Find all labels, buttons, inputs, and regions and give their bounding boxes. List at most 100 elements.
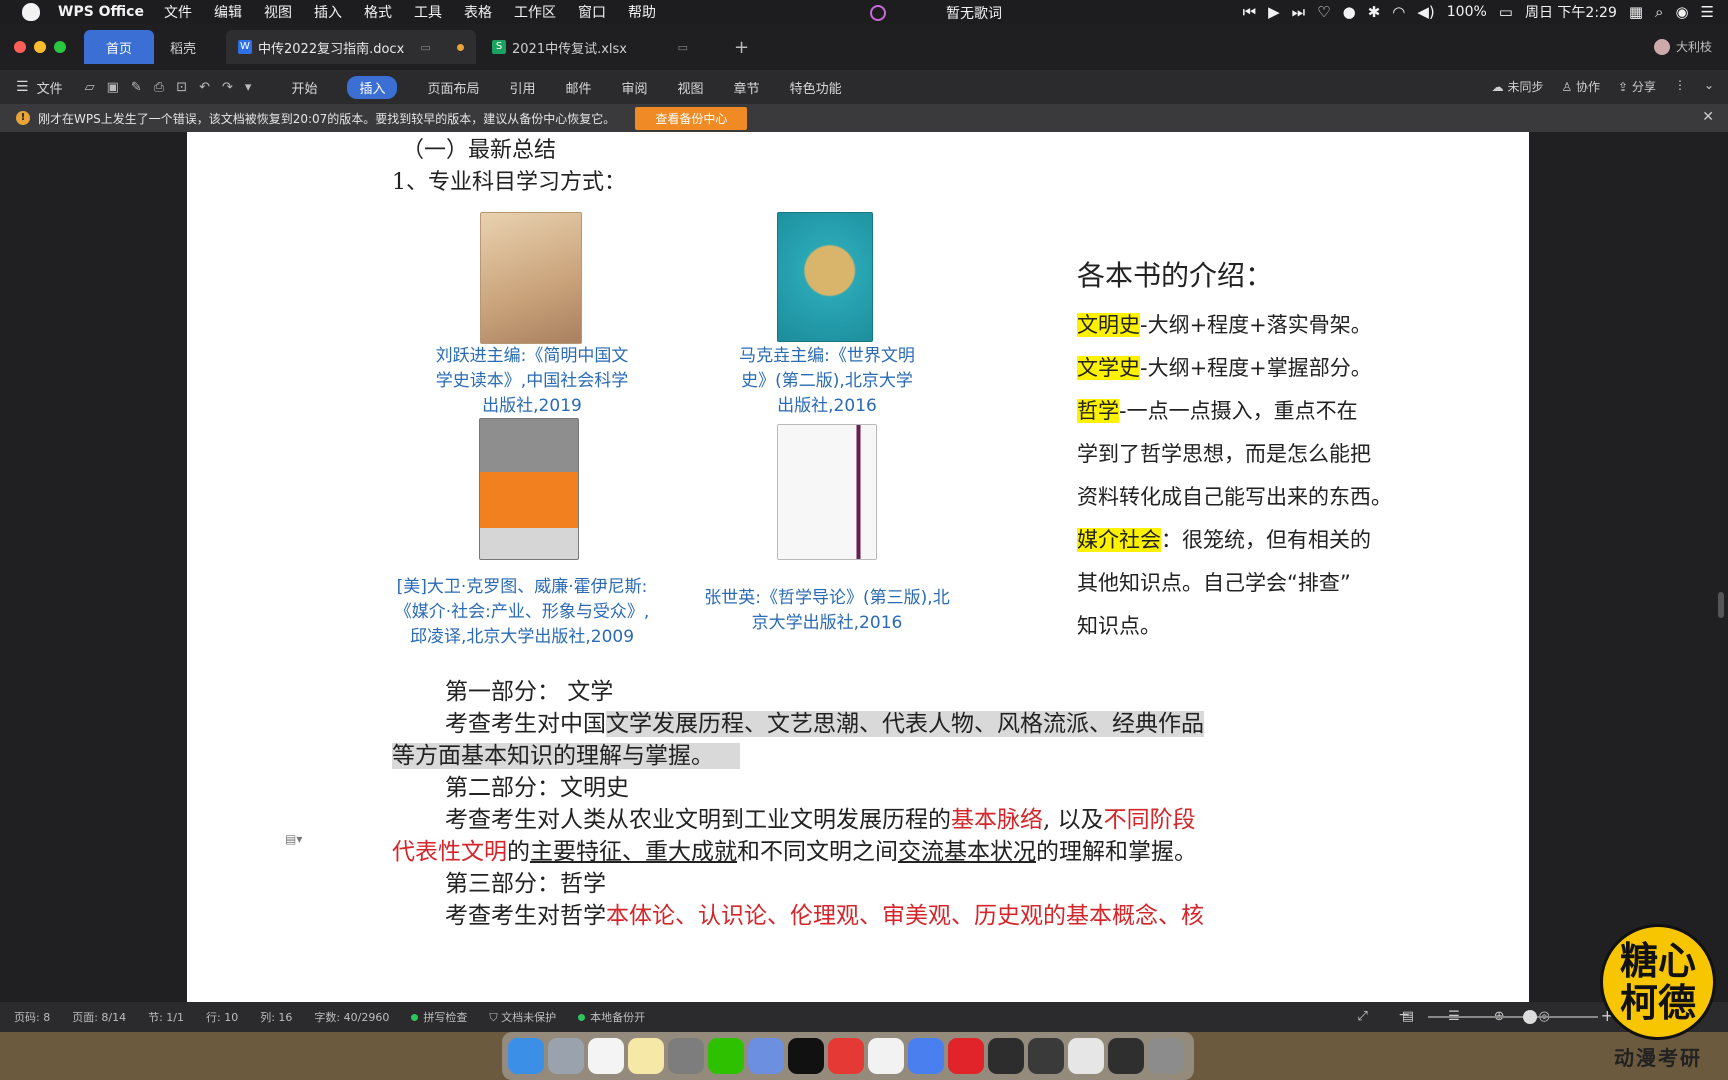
close-icon[interactable]: ✕ xyxy=(1702,109,1714,125)
paragraph-handle-icon[interactable]: ▤▾ xyxy=(285,832,302,846)
previous-track-icon[interactable]: ⏮ xyxy=(1243,3,1257,21)
minimize-window-button[interactable] xyxy=(34,41,46,53)
monitor-icon: ▭ xyxy=(677,40,688,54)
clock[interactable]: 周日 下午2:29 xyxy=(1525,2,1617,22)
zoom-slider-knob[interactable] xyxy=(1523,1010,1537,1024)
volume-icon[interactable]: ◀) xyxy=(1417,3,1434,21)
local-backup[interactable]: 本地备份开 xyxy=(578,1009,645,1025)
menu-file[interactable]: 文件 xyxy=(164,2,192,22)
status-pages[interactable]: 页面: 8/14 xyxy=(72,1009,126,1025)
menu-tools[interactable]: 工具 xyxy=(414,2,442,22)
vertical-scrollbar[interactable] xyxy=(1718,592,1724,618)
window-thumbnail-icon[interactable] xyxy=(1028,1038,1064,1074)
spell-check[interactable]: 拼写检查 xyxy=(411,1009,467,1025)
menu-window[interactable]: 窗口 xyxy=(578,2,606,22)
tab-features[interactable]: 特色功能 xyxy=(790,78,842,97)
new-tab-button[interactable]: + xyxy=(734,37,749,58)
window-thumbnail-icon[interactable] xyxy=(1108,1038,1144,1074)
menu-format[interactable]: 格式 xyxy=(364,2,392,22)
print-icon[interactable]: ⎙ xyxy=(154,80,164,95)
format-painter-icon[interactable]: ✎ xyxy=(131,80,142,95)
notice-text: 刚才在WPS上发生了一个错误，该文档被恢复到20:07的版本。要找到较早的版本，… xyxy=(38,111,616,126)
doc-protect[interactable]: ⛉ 文档未保护 xyxy=(489,1009,556,1025)
apple-icon[interactable] xyxy=(22,3,40,21)
record-icon[interactable] xyxy=(870,5,886,21)
tab-insert[interactable]: 插入 xyxy=(347,75,398,99)
wifi-icon[interactable]: ◠ xyxy=(1392,3,1405,21)
spotlight-icon[interactable]: ⌕ xyxy=(1655,3,1663,21)
app-name[interactable]: WPS Office xyxy=(58,4,144,20)
part1-selected-text[interactable]: 文学发展历程、文艺思潮、代表人物、风格流派、经典作品 xyxy=(606,711,1204,737)
qq-icon[interactable] xyxy=(788,1038,824,1074)
window-thumbnail-icon[interactable] xyxy=(1068,1038,1104,1074)
tab-mail[interactable]: 邮件 xyxy=(566,78,592,97)
next-track-icon[interactable]: ⏭ xyxy=(1292,3,1306,21)
siri-icon[interactable]: ◉ xyxy=(1675,3,1688,21)
heart-icon[interactable]: ♡ xyxy=(1317,3,1330,21)
menu-help[interactable]: 帮助 xyxy=(628,2,656,22)
menu-workspace[interactable]: 工作区 xyxy=(514,2,556,22)
more-options-icon[interactable]: ⋮ xyxy=(1674,78,1686,95)
play-icon[interactable]: ▶ xyxy=(1268,3,1280,21)
netease-music-icon[interactable] xyxy=(948,1038,984,1074)
zoom-out-button[interactable]: − xyxy=(1398,1007,1410,1023)
system-preferences-icon[interactable] xyxy=(668,1038,704,1074)
open-icon[interactable]: ▱ xyxy=(85,80,95,95)
tab-home[interactable]: 首页 xyxy=(84,30,154,64)
tab-references[interactable]: 引用 xyxy=(509,78,535,97)
wechat-icon[interactable] xyxy=(708,1038,744,1074)
part1-selected-text-2[interactable]: 等方面基本知识的理解与掌握。 xyxy=(392,743,740,769)
status-section[interactable]: 节: 1/1 xyxy=(148,1009,184,1025)
fullscreen-icon[interactable]: ⤢ xyxy=(1357,1009,1367,1024)
zoom-slider[interactable] xyxy=(1428,1010,1598,1024)
hamburger-icon[interactable]: ☰ xyxy=(16,79,29,95)
tab-draft[interactable]: 稻壳 xyxy=(158,30,222,64)
capcut-icon[interactable] xyxy=(988,1038,1024,1074)
baidu-netdisk-icon[interactable] xyxy=(908,1038,944,1074)
status-page-code[interactable]: 页码: 8 xyxy=(14,1009,50,1025)
print-preview-icon[interactable]: ⊡ xyxy=(176,80,187,95)
user-account[interactable]: 大利枝 xyxy=(1653,38,1712,55)
spell-check-label: 拼写检查 xyxy=(423,1011,468,1024)
tab-review[interactable]: 审阅 xyxy=(622,78,648,97)
menu-view[interactable]: 视图 xyxy=(264,2,292,22)
menu-insert[interactable]: 插入 xyxy=(314,2,342,22)
close-window-button[interactable] xyxy=(14,41,26,53)
tab-chapter[interactable]: 章节 xyxy=(734,78,760,97)
trash-icon[interactable] xyxy=(1148,1038,1184,1074)
collapse-ribbon-icon[interactable]: ⌄ xyxy=(1704,78,1714,95)
input-method-icon[interactable]: ▦ xyxy=(1629,3,1643,21)
bluetooth-icon[interactable]: ✱ xyxy=(1368,3,1381,21)
launchpad-icon[interactable] xyxy=(548,1038,584,1074)
document-page[interactable]: （一）最新总结 1、专业科目学习方式： 刘跃进主编:《简明中国文 学史读本》,中… xyxy=(187,132,1529,1002)
zoom-window-button[interactable] xyxy=(54,41,66,53)
save-icon[interactable]: ▣ xyxy=(107,80,119,95)
redo-icon[interactable]: ↷ xyxy=(222,80,233,95)
wps-icon[interactable] xyxy=(828,1038,864,1074)
tab-doc[interactable]: W 中传2022复习指南.docx ▭ xyxy=(226,30,476,64)
calendar-icon[interactable] xyxy=(588,1038,624,1074)
bell-icon[interactable]: ● xyxy=(1343,3,1356,21)
tab-start[interactable]: 开始 xyxy=(291,78,317,97)
notes-icon[interactable] xyxy=(628,1038,664,1074)
feishu-icon[interactable] xyxy=(748,1038,784,1074)
menu-table[interactable]: 表格 xyxy=(464,2,492,22)
tab-xls[interactable]: S 2021中传复试.xlsx ▭ xyxy=(480,30,710,64)
sync-button[interactable]: ☁ 未同步 xyxy=(1492,78,1544,95)
more-icon[interactable]: ▾ xyxy=(245,80,252,95)
control-center-icon[interactable]: ☰ xyxy=(1701,3,1714,21)
battery-icon[interactable]: ▭ xyxy=(1499,3,1513,21)
ribbon-file[interactable]: 文件 xyxy=(37,78,63,97)
tab-page-layout[interactable]: 页面布局 xyxy=(427,78,479,97)
tab-view[interactable]: 视图 xyxy=(678,78,704,97)
part2-text-4: 和不同文明之间 xyxy=(737,839,898,865)
collab-button[interactable]: ♙ 协作 xyxy=(1561,78,1600,95)
menu-edit[interactable]: 编辑 xyxy=(214,2,242,22)
chrome-icon[interactable] xyxy=(868,1038,904,1074)
undo-icon[interactable]: ↶ xyxy=(199,80,210,95)
finder-icon[interactable] xyxy=(508,1038,544,1074)
status-row: 行: 10 xyxy=(206,1011,239,1024)
backup-center-button[interactable]: 查看备份中心 xyxy=(635,106,748,130)
status-words[interactable]: 字数: 40/2960 xyxy=(314,1009,389,1025)
share-button[interactable]: ⇪ 分享 xyxy=(1618,78,1656,95)
